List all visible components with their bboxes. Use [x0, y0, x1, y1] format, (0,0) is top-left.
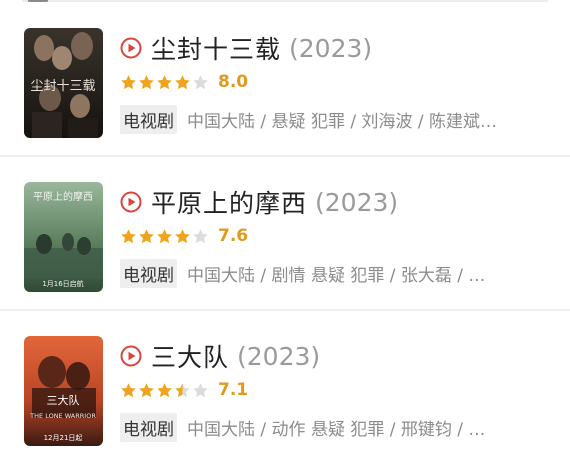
svg-text:THE LONE WARRIOR: THE LONE WARRIOR	[29, 412, 96, 420]
play-icon	[120, 191, 142, 213]
svg-text:12月21日起: 12月21日起	[44, 434, 83, 442]
star-filled-icon	[139, 74, 154, 89]
divider	[0, 155, 570, 157]
type-tag: 电视剧	[120, 258, 177, 288]
rating-stars	[120, 382, 210, 399]
divider	[0, 309, 570, 311]
poster-image[interactable]: 三大队 THE LONE WARRIOR 12月21日起	[24, 336, 103, 446]
svg-text:平原上的摩西: 平原上的摩西	[33, 190, 93, 203]
list-item[interactable]: 尘封十三载 尘封十三载 (2023) 8.0 电视剧 中国大陆 / 悬疑 犯罪 …	[0, 8, 570, 158]
item-meta: 中国大陆 / 动作 悬疑 犯罪 / 邢键钧 / …	[187, 419, 486, 440]
rating-stars	[120, 74, 210, 91]
top-divider	[22, 0, 548, 2]
star-filled-icon	[139, 382, 154, 397]
svg-text:1月16日启航: 1月16日启航	[42, 279, 83, 288]
rating-score: 7.6	[218, 226, 249, 246]
star-filled-icon	[139, 228, 154, 243]
star-filled-icon	[121, 74, 136, 89]
svg-text:三大队: 三大队	[47, 393, 80, 407]
poster-image[interactable]: 尘封十三载	[24, 28, 103, 138]
item-meta: 中国大陆 / 悬疑 犯罪 / 刘海波 / 陈建斌…	[187, 111, 498, 132]
star-empty-icon	[193, 228, 208, 243]
list-item[interactable]: 三大队 THE LONE WARRIOR 12月21日起 三大队 (2023)	[0, 316, 570, 466]
item-year: (2023)	[315, 187, 399, 217]
play-icon	[120, 345, 142, 367]
star-half-icon	[175, 382, 190, 397]
star-filled-icon	[175, 228, 190, 243]
rating-stars	[120, 228, 210, 245]
star-filled-icon	[121, 228, 136, 243]
star-empty-icon	[193, 74, 208, 89]
item-meta: 中国大陆 / 剧情 悬疑 犯罪 / 张大磊 / …	[187, 265, 486, 286]
play-icon	[120, 37, 142, 59]
svg-text:尘封十三载: 尘封十三载	[30, 79, 95, 94]
star-filled-icon	[175, 74, 190, 89]
list-item[interactable]: 平原上的摩西 1月16日启航 平原上的摩西 (2023) 7.6 电视剧 中国大…	[0, 162, 570, 312]
poster-image[interactable]: 平原上的摩西 1月16日启航	[24, 182, 103, 292]
star-empty-icon	[193, 382, 208, 397]
item-title[interactable]: 三大队	[151, 338, 229, 374]
item-title[interactable]: 平原上的摩西	[151, 184, 307, 220]
item-title[interactable]: 尘封十三载	[151, 30, 281, 66]
type-tag: 电视剧	[120, 412, 177, 442]
item-year: (2023)	[289, 33, 373, 63]
star-filled-icon	[157, 74, 172, 89]
star-filled-icon	[121, 382, 136, 397]
item-year: (2023)	[237, 341, 321, 371]
type-tag: 电视剧	[120, 104, 177, 134]
star-filled-icon	[157, 382, 172, 397]
rating-score: 8.0	[218, 72, 249, 92]
rating-score: 7.1	[218, 380, 249, 400]
star-filled-icon	[157, 228, 172, 243]
